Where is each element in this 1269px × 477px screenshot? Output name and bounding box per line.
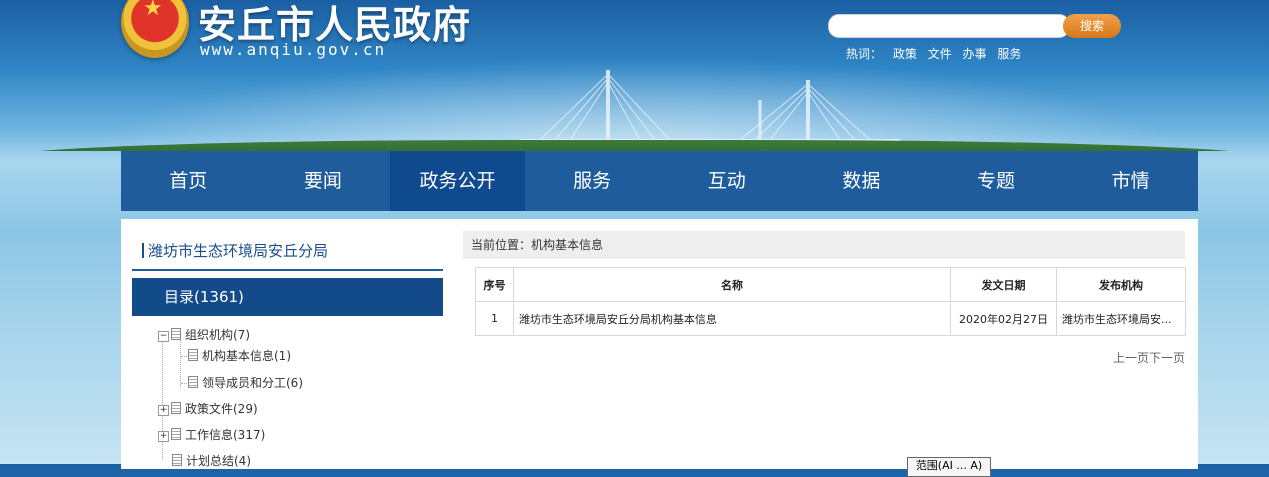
table-row: 1 潍坊市生态环境局安丘分局机构基本信息 2020年02月27日 潍坊市生态环境… — [475, 301, 1186, 336]
tree-node-org-info[interactable]: 机构基本信息(1) — [188, 348, 291, 364]
hotwords-label: 热词： — [846, 47, 883, 61]
tree-node-label: 工作信息(317) — [185, 428, 266, 442]
column-header-issuer: 发布机构 — [1056, 267, 1186, 302]
tree-node-label: 政策文件(29) — [185, 402, 258, 416]
hotword-link[interactable]: 办事 — [963, 47, 987, 61]
expand-icon[interactable]: + — [158, 431, 169, 442]
document-icon — [188, 376, 198, 388]
prev-page-link[interactable]: 上一页 — [1113, 351, 1149, 365]
search-button[interactable]: 搜索 — [1063, 14, 1121, 38]
nav-item-city-info[interactable]: 市情 — [1063, 151, 1198, 211]
nav-item-interaction[interactable]: 互动 — [660, 151, 795, 211]
collapse-icon[interactable]: − — [158, 331, 169, 342]
sidebar-divider — [132, 269, 443, 271]
document-icon — [171, 328, 181, 340]
tree-node-leaders[interactable]: 领导成员和分工(6) — [188, 375, 303, 391]
search-box — [828, 14, 1070, 38]
tree-node-policy[interactable]: + 政策文件(29) — [158, 401, 258, 417]
tree-node-label: 领导成员和分工(6) — [202, 376, 303, 390]
column-header-index: 序号 — [475, 267, 514, 302]
tree-node-label: 机构基本信息(1) — [202, 349, 291, 363]
main-content: 当前位置：机构基本信息 序号 名称 发文日期 发布机构 1 潍坊市生态环境局安丘… — [463, 231, 1186, 477]
bridge-illustration — [520, 70, 900, 150]
tree-node-org[interactable]: − 组织机构(7) — [158, 327, 250, 343]
document-icon — [172, 454, 182, 466]
cell-document-link[interactable]: 潍坊市生态环境局安丘分局机构基本信息 — [512, 301, 952, 336]
table-header-row: 序号 名称 发文日期 发布机构 — [475, 267, 1186, 302]
tree-node-label: 组织机构(7) — [185, 328, 250, 342]
hotwords-bar: 热词： 政策 文件 办事 服务 — [846, 45, 1028, 62]
nav-item-data[interactable]: 数据 — [794, 151, 929, 211]
sidebar-title: 潍坊市生态环境局安丘分局 — [141, 242, 329, 260]
nav-item-topics[interactable]: 专题 — [929, 151, 1064, 211]
next-page-link[interactable]: 下一页 — [1149, 351, 1185, 365]
document-table: 序号 名称 发文日期 发布机构 1 潍坊市生态环境局安丘分局机构基本信息 202… — [475, 267, 1186, 336]
pager: 上一页下一页 — [1113, 349, 1185, 366]
nav-item-services[interactable]: 服务 — [525, 151, 660, 211]
main-nav: 首页 要闻 政务公开 服务 互动 数据 专题 市情 — [121, 151, 1198, 211]
hotword-link[interactable]: 文件 — [928, 47, 952, 61]
cell-date: 2020年02月27日 — [950, 301, 1058, 336]
hotword-link[interactable]: 政策 — [893, 47, 917, 61]
document-icon — [188, 349, 198, 361]
scope-button[interactable]: 范围(AI ... A) — [907, 457, 991, 477]
tree-node-plans[interactable]: 计划总结(4) — [172, 453, 251, 469]
content-panel: 潍坊市生态环境局安丘分局 目录(1361) − 组织机构(7) 机构基本信息(1)… — [121, 219, 1198, 477]
sidebar: 潍坊市生态环境局安丘分局 目录(1361) − 组织机构(7) 机构基本信息(1)… — [132, 219, 443, 469]
breadcrumb: 当前位置：机构基本信息 — [463, 231, 1185, 259]
tree-connector — [180, 337, 181, 387]
document-icon — [171, 402, 181, 414]
expand-icon[interactable]: + — [158, 405, 169, 416]
cell-issuer: 潍坊市生态环境局安... — [1056, 301, 1186, 336]
catalog-header[interactable]: 目录(1361) — [132, 278, 443, 316]
tree-node-work-info[interactable]: + 工作信息(317) — [158, 427, 265, 443]
column-header-name: 名称 — [512, 267, 952, 302]
nav-item-news[interactable]: 要闻 — [256, 151, 391, 211]
cell-index: 1 — [475, 301, 514, 336]
search-input[interactable] — [839, 15, 1063, 37]
column-header-date: 发文日期 — [950, 267, 1058, 302]
site-url: www.anqiu.gov.cn — [200, 40, 387, 59]
nav-item-home[interactable]: 首页 — [121, 151, 256, 211]
site-header: ★ 安丘市人民政府 www.anqiu.gov.cn 搜索 热词： 政策 文件 … — [0, 0, 1269, 151]
tree-node-label: 计划总结(4) — [186, 454, 251, 468]
hotword-link[interactable]: 服务 — [997, 47, 1021, 61]
nav-item-gov-affairs[interactable]: 政务公开 — [390, 151, 525, 211]
document-icon — [171, 428, 181, 440]
